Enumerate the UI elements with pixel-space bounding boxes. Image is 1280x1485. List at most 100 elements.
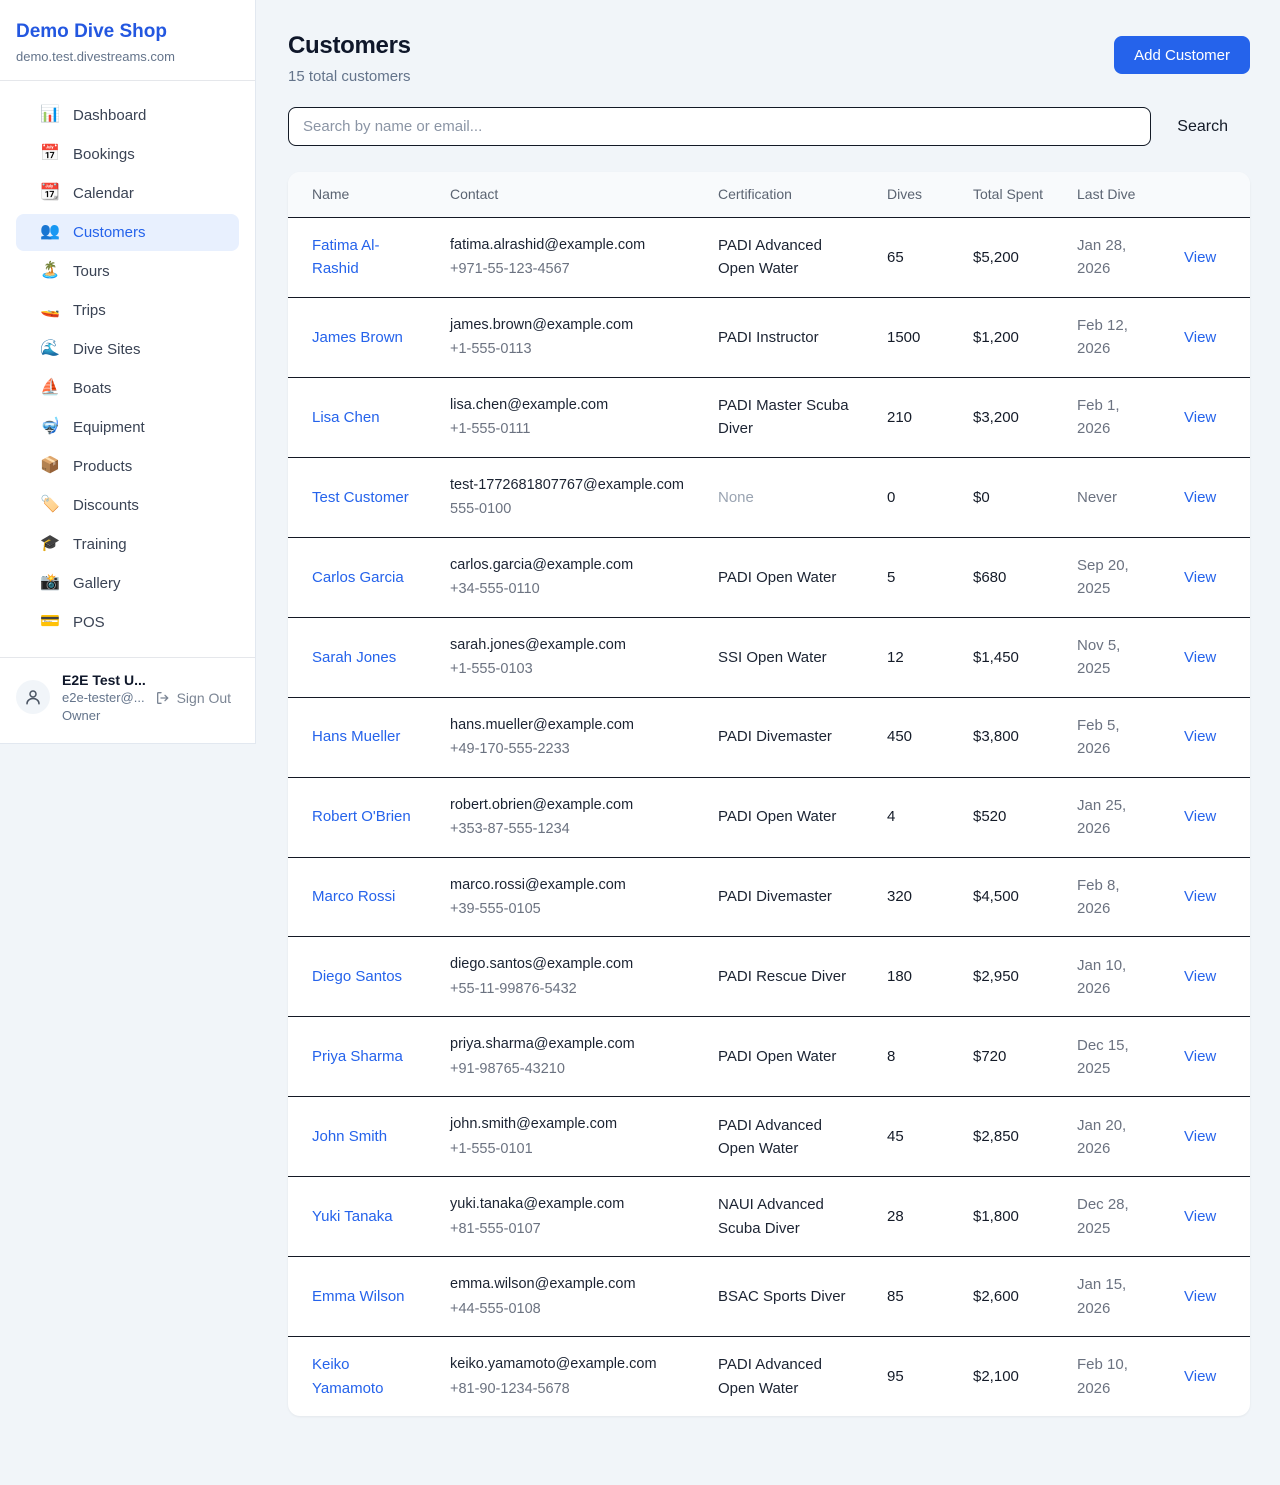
sidebar-item-products[interactable]: 📦 Products	[16, 448, 239, 485]
customer-name-link[interactable]: Hans Mueller	[312, 728, 400, 745]
customer-name-link[interactable]: Test Customer	[312, 489, 409, 506]
view-link[interactable]: View	[1184, 569, 1216, 586]
sidebar-item-calendar[interactable]: 📆 Calendar	[16, 175, 239, 212]
customer-phone: 555-0100	[450, 498, 686, 520]
camera-icon: 📸	[40, 575, 60, 591]
customer-name-link[interactable]: Sarah Jones	[312, 649, 396, 666]
sidebar-item-dashboard[interactable]: 📊 Dashboard	[16, 97, 239, 134]
customer-name-link[interactable]: Priya Sharma	[312, 1048, 403, 1065]
customer-certification: PADI Open Water	[718, 569, 836, 586]
sidebar-item-customers[interactable]: 👥 Customers	[16, 214, 239, 251]
user-email: e2e-tester@...	[62, 690, 145, 705]
view-link[interactable]: View	[1184, 329, 1216, 346]
customer-phone: +39-555-0105	[450, 898, 686, 920]
calendar-date-icon: 📅	[40, 146, 60, 162]
customer-email: marco.rossi@example.com	[450, 874, 686, 896]
customer-total-spent: $2,100	[957, 1337, 1061, 1416]
customer-name-link[interactable]: Robert O'Brien	[312, 808, 411, 825]
view-link[interactable]: View	[1184, 728, 1216, 745]
column-header-dives: Dives	[871, 172, 957, 218]
customer-last-dive: Jan 10, 2026	[1077, 957, 1126, 997]
customer-email: hans.mueller@example.com	[450, 714, 686, 736]
customer-count: 15 total customers	[288, 68, 411, 85]
customer-total-spent: $3,800	[957, 697, 1061, 777]
sidebar-item-tours[interactable]: 🏝️ Tours	[16, 253, 239, 290]
customer-total-spent: $2,950	[957, 937, 1061, 1017]
view-link[interactable]: View	[1184, 1288, 1216, 1305]
customer-email: lisa.chen@example.com	[450, 394, 686, 416]
customers-table: Name Contact Certification Dives Total S…	[288, 172, 1250, 1416]
column-header-total-spent: Total Spent	[957, 172, 1061, 218]
customer-name-link[interactable]: Keiko Yamamoto	[312, 1356, 383, 1396]
view-link[interactable]: View	[1184, 1208, 1216, 1225]
search-button[interactable]: Search	[1155, 110, 1250, 144]
view-link[interactable]: View	[1184, 1368, 1216, 1385]
calendar-icon: 📆	[40, 185, 60, 201]
customer-name-link[interactable]: Diego Santos	[312, 968, 402, 985]
view-link[interactable]: View	[1184, 649, 1216, 666]
view-link[interactable]: View	[1184, 409, 1216, 426]
customer-name-link[interactable]: Lisa Chen	[312, 409, 380, 426]
table-row: Fatima Al-Rashid fatima.alrashid@example…	[288, 218, 1250, 298]
sidebar-item-dive-sites[interactable]: 🌊 Dive Sites	[16, 331, 239, 368]
sidebar-item-gallery[interactable]: 📸 Gallery	[16, 565, 239, 602]
customer-name-link[interactable]: Carlos Garcia	[312, 569, 404, 586]
customer-last-dive: Feb 1, 2026	[1077, 397, 1120, 437]
customer-phone: +34-555-0110	[450, 578, 686, 600]
search-row: Search	[288, 107, 1250, 146]
customer-last-dive: Nov 5, 2025	[1077, 637, 1120, 677]
customer-name-link[interactable]: John Smith	[312, 1128, 387, 1145]
view-link[interactable]: View	[1184, 1128, 1216, 1145]
add-customer-button[interactable]: Add Customer	[1114, 36, 1250, 74]
sidebar-item-boats[interactable]: ⛵ Boats	[16, 370, 239, 407]
customer-certification: NAUI Advanced Scuba Diver	[718, 1196, 824, 1236]
customer-name-link[interactable]: Yuki Tanaka	[312, 1208, 393, 1225]
customer-email: yuki.tanaka@example.com	[450, 1193, 686, 1215]
customer-last-dive: Dec 28, 2025	[1077, 1196, 1129, 1236]
customer-phone: +49-170-555-2233	[450, 738, 686, 760]
table-row: John Smith john.smith@example.com +1-555…	[288, 1097, 1250, 1177]
customer-certification: PADI Divemaster	[718, 888, 832, 905]
page-header: Customers 15 total customers Add Custome…	[288, 32, 1250, 85]
view-link[interactable]: View	[1184, 888, 1216, 905]
customer-dives: 210	[871, 377, 957, 457]
customer-dives: 4	[871, 777, 957, 857]
view-link[interactable]: View	[1184, 249, 1216, 266]
customer-last-dive: Jan 25, 2026	[1077, 797, 1126, 837]
sidebar-item-trips[interactable]: 🚤 Trips	[16, 292, 239, 329]
customer-dives: 0	[871, 457, 957, 537]
sidebar-item-label: Products	[73, 458, 132, 475]
sidebar-item-bookings[interactable]: 📅 Bookings	[16, 136, 239, 173]
customer-total-spent: $1,450	[957, 617, 1061, 697]
customer-certification: BSAC Sports Diver	[718, 1288, 846, 1305]
customer-name-link[interactable]: Emma Wilson	[312, 1288, 405, 1305]
page-title: Customers	[288, 32, 411, 60]
sidebar-item-equipment[interactable]: 🤿 Equipment	[16, 409, 239, 446]
customer-name-link[interactable]: Marco Rossi	[312, 888, 395, 905]
customer-certification: PADI Instructor	[718, 329, 819, 346]
view-link[interactable]: View	[1184, 968, 1216, 985]
column-header-actions	[1168, 172, 1250, 218]
customer-name-link[interactable]: James Brown	[312, 329, 403, 346]
customer-dives: 8	[871, 1017, 957, 1097]
customer-name-link[interactable]: Fatima Al-Rashid	[312, 237, 380, 277]
sailboat-icon: ⛵	[40, 380, 60, 396]
customer-certification: PADI Advanced Open Water	[718, 1356, 822, 1396]
table-row: Keiko Yamamoto keiko.yamamoto@example.co…	[288, 1337, 1250, 1416]
sidebar-item-discounts[interactable]: 🏷️ Discounts	[16, 487, 239, 524]
wave-icon: 🌊	[40, 341, 60, 357]
customer-email: fatima.alrashid@example.com	[450, 234, 686, 256]
sidebar-item-training[interactable]: 🎓 Training	[16, 526, 239, 563]
customer-email: keiko.yamamoto@example.com	[450, 1353, 686, 1375]
view-link[interactable]: View	[1184, 808, 1216, 825]
view-link[interactable]: View	[1184, 489, 1216, 506]
people-icon: 👥	[40, 224, 60, 240]
sign-out-button[interactable]: Sign Out	[155, 690, 231, 706]
tag-icon: 🏷️	[40, 497, 60, 513]
search-input[interactable]	[288, 107, 1151, 146]
table-row: Carlos Garcia carlos.garcia@example.com …	[288, 537, 1250, 617]
view-link[interactable]: View	[1184, 1048, 1216, 1065]
sidebar-item-pos[interactable]: 💳 POS	[16, 604, 239, 641]
customer-email: james.brown@example.com	[450, 314, 686, 336]
customer-certification: PADI Divemaster	[718, 728, 832, 745]
